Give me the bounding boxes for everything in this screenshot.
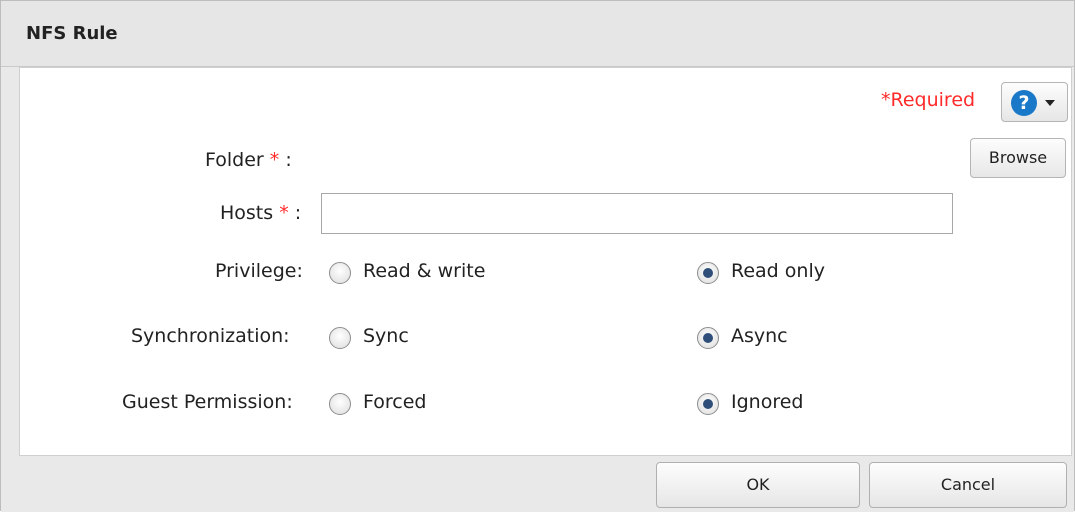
required-note: *Required (881, 89, 976, 111)
guest-ignored-label: Ignored (731, 391, 804, 413)
nfs-rule-dialog: NFS Rule *Required ? Folder * : Browse H… (0, 0, 1075, 512)
folder-label-group: Folder * : (205, 149, 292, 171)
caret-down-icon (1045, 100, 1055, 106)
privilege-read-write-radio[interactable] (329, 262, 351, 284)
privilege-read-only-radio[interactable] (697, 262, 719, 284)
async-label: Async (731, 325, 788, 347)
async-radio[interactable] (697, 327, 719, 349)
hosts-label-group: Hosts * : (220, 202, 301, 224)
folder-label: Folder (205, 149, 264, 171)
privilege-read-only-label: Read only (731, 260, 825, 282)
sync-radio[interactable] (329, 327, 351, 349)
privilege-label: Privilege: (215, 260, 303, 282)
hosts-colon: : (294, 202, 302, 224)
guest-ignored-radio[interactable] (697, 393, 719, 415)
browse-button[interactable]: Browse (970, 138, 1066, 178)
hosts-label: Hosts (220, 202, 274, 224)
ok-button[interactable]: OK (656, 462, 860, 508)
folder-colon: : (285, 149, 292, 171)
synchronization-label: Synchronization: (131, 325, 290, 347)
folder-required-mark: * (269, 149, 280, 171)
dialog-title: NFS Rule (26, 23, 118, 44)
hosts-input[interactable] (321, 193, 953, 234)
help-dropdown-button[interactable]: ? (1001, 82, 1068, 122)
hosts-required-mark: * (279, 202, 289, 224)
guest-permission-label: Guest Permission: (122, 391, 293, 413)
cancel-button[interactable]: Cancel (869, 462, 1067, 508)
guest-forced-radio[interactable] (329, 393, 351, 415)
privilege-read-write-label: Read & write (363, 260, 486, 282)
guest-forced-label: Forced (363, 391, 427, 413)
dialog-titlebar: NFS Rule (1, 1, 1074, 67)
sync-label: Sync (363, 325, 409, 347)
question-circle-icon: ? (1011, 90, 1037, 116)
